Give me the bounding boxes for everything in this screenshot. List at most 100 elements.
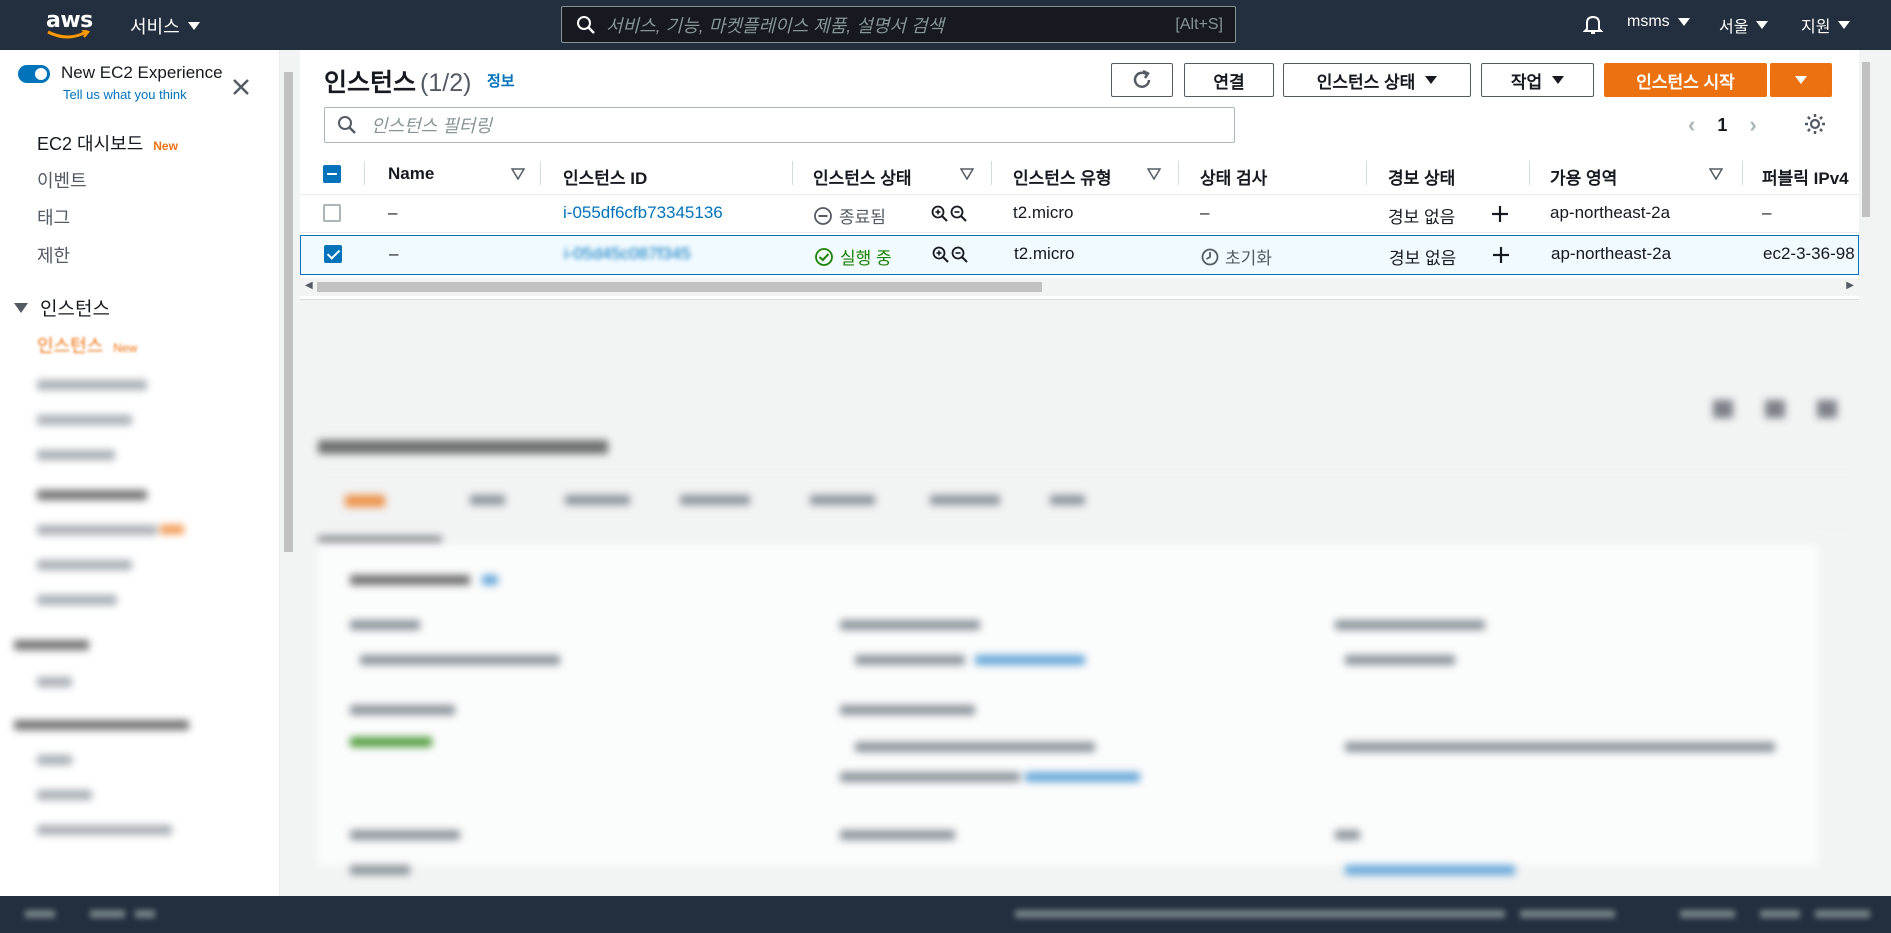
pagination: ‹ 1 ›	[1688, 112, 1757, 138]
cell-name: –	[389, 244, 399, 263]
cell-instance-id[interactable]: i-05d45c087f345	[564, 244, 691, 264]
services-label: 서비스	[130, 17, 180, 37]
search-icon	[577, 15, 595, 34]
gear-icon[interactable]	[1803, 112, 1827, 136]
region-menu[interactable]: 서울	[1719, 13, 1769, 37]
instance-state-text: 실행 중	[840, 249, 892, 268]
sidebar-scrollbar-thumb[interactable]	[284, 72, 293, 552]
status-check-text: 초기화	[1225, 249, 1272, 268]
support-label: 지원	[1801, 19, 1831, 36]
region-label: 서울	[1719, 19, 1749, 36]
sidebar-item-label: EC2 대시보드	[37, 134, 144, 154]
cell-public-ipv4: ec2-3-36-98	[1763, 244, 1855, 263]
sort-icon[interactable]	[1709, 168, 1723, 180]
sort-icon[interactable]	[1147, 168, 1161, 180]
column-header-alarm-status[interactable]: 경보 상태	[1388, 164, 1455, 189]
column-header-public-ipv4[interactable]: 퍼블릭 IPv4	[1762, 164, 1849, 189]
column-header-status-check[interactable]: 상태 검사	[1200, 164, 1267, 189]
cell-availability-zone: ap-northeast-2a	[1551, 244, 1672, 263]
sidebar-section-instances[interactable]: 인스턴스	[14, 294, 110, 321]
info-link[interactable]: 정보	[487, 70, 515, 91]
new-badge: New	[153, 139, 178, 153]
support-menu[interactable]: 지원	[1801, 13, 1851, 37]
notifications-button[interactable]	[1582, 13, 1604, 35]
table-scrollbar-thumb[interactable]	[317, 282, 1042, 292]
cell-status-check: 초기화	[1201, 244, 1272, 269]
stopped-icon	[814, 206, 832, 225]
scroll-left-icon[interactable]: ◀	[305, 280, 313, 291]
instance-state-dropdown[interactable]: 인스턴스 상태	[1283, 63, 1471, 97]
zoom-out-icon[interactable]	[950, 205, 968, 223]
search-placeholder: 서비스, 기능, 마켓플레이스 제품, 설명서 검색	[606, 15, 945, 36]
account-menu[interactable]: msms	[1627, 13, 1690, 31]
main-scrollbar-thumb[interactable]	[1862, 62, 1870, 217]
sidebar-scrollbar[interactable]	[280, 52, 297, 894]
new-experience-toggle[interactable]	[18, 65, 50, 83]
launch-instances-button[interactable]: 인스턴스 시작	[1604, 63, 1767, 97]
scroll-right-icon[interactable]: ▶	[1846, 280, 1854, 291]
close-icon[interactable]	[232, 78, 250, 96]
refresh-button[interactable]	[1111, 63, 1173, 97]
chevron-down-icon	[1425, 76, 1438, 84]
table-row[interactable]: – i-055df6cfb73345136 종료됨 t2.micro – 경보 …	[300, 195, 1859, 233]
row-checkbox[interactable]	[323, 204, 341, 222]
add-alarm-icon[interactable]	[1491, 205, 1509, 223]
global-search-input[interactable]: 서비스, 기능, 마켓플레이스 제품, 설명서 검색 [Alt+S]	[561, 6, 1236, 43]
account-label: msms	[1627, 13, 1670, 30]
cell-instance-id[interactable]: i-055df6cfb73345136	[563, 203, 723, 223]
chevron-left-icon[interactable]: ‹	[1688, 112, 1695, 138]
sidebar-item-ec2-dashboard[interactable]: EC2 대시보드 New	[37, 130, 178, 156]
sidebar-item-label: 태그	[37, 208, 71, 228]
connect-button-label: 연결	[1213, 72, 1245, 92]
actions-dropdown[interactable]: 작업	[1481, 63, 1594, 97]
table-header: Name 인스턴스 ID 인스턴스 상태 인스턴스 유형 상태 검사 경보 상태…	[300, 153, 1859, 195]
table-horizontal-scrollbar[interactable]: ◀ ▶	[300, 278, 1859, 296]
page-title-text: 인스턴스	[324, 69, 417, 97]
main-content: 인스턴스 (1/2) 정보 연결 인스턴스 상태 작업 인스턴스 시작 인스턴스 …	[300, 50, 1891, 896]
instance-filter-input[interactable]: 인스턴스 필터링	[324, 107, 1235, 143]
column-header-name[interactable]: Name	[388, 164, 434, 184]
chevron-down-icon	[1795, 76, 1807, 84]
page-title: 인스턴스 (1/2)	[324, 63, 471, 99]
check-circle-icon	[815, 247, 833, 266]
launch-options-dropdown[interactable]	[1770, 63, 1832, 97]
sidebar-item-limits[interactable]: 제한	[37, 242, 70, 268]
column-header-availability-zone[interactable]: 가용 영역	[1550, 164, 1617, 189]
sort-icon[interactable]	[511, 168, 525, 180]
sort-icon[interactable]	[960, 168, 974, 180]
launch-instances-label: 인스턴스 시작	[1636, 72, 1735, 92]
aws-logo[interactable]: aws	[46, 8, 93, 42]
cell-alarm-status: 경보 없음	[1388, 208, 1456, 227]
sidebar-item-tags[interactable]: 태그	[37, 204, 70, 230]
side-navigation: New EC2 Experience Tell us what you thin…	[0, 50, 280, 896]
zoom-out-icon[interactable]	[951, 246, 969, 264]
sidebar-section-label: 인스턴스	[40, 299, 110, 320]
add-alarm-icon[interactable]	[1492, 246, 1510, 264]
actions-label: 작업	[1510, 72, 1543, 92]
table-row[interactable]: – i-05d45c087f345 실행 중 t2.micro 초기화 경보 없…	[300, 235, 1859, 275]
zoom-in-icon[interactable]	[931, 205, 949, 223]
instance-state-text: 종료됨	[839, 208, 886, 227]
row-checkbox[interactable]	[324, 245, 342, 263]
column-header-instance-id[interactable]: 인스턴스 ID	[563, 164, 647, 189]
caret-down-icon	[14, 302, 28, 313]
services-menu[interactable]: 서비스	[130, 13, 200, 39]
column-header-instance-type[interactable]: 인스턴스 유형	[1013, 164, 1112, 189]
sidebar-item-events[interactable]: 이벤트	[37, 167, 87, 193]
page-number[interactable]: 1	[1717, 115, 1727, 136]
clock-icon	[1201, 248, 1219, 265]
zoom-in-icon[interactable]	[932, 246, 950, 264]
chevron-right-icon[interactable]: ›	[1749, 112, 1756, 138]
cell-instance-state: 실행 중	[814, 244, 892, 269]
search-shortcut-hint: [Alt+S]	[1175, 15, 1223, 33]
cell-name: –	[388, 203, 398, 222]
cell-instance-state: 종료됨	[813, 203, 886, 228]
feedback-link[interactable]: Tell us what you think	[63, 87, 187, 102]
column-header-instance-state[interactable]: 인스턴스 상태	[813, 164, 912, 189]
chevron-down-icon	[1756, 21, 1769, 29]
sidebar-item-instances[interactable]: 인스턴스 New	[37, 332, 137, 358]
select-all-checkbox[interactable]	[323, 165, 341, 183]
main-scrollbar[interactable]	[1859, 50, 1873, 335]
connect-button[interactable]: 연결	[1184, 63, 1274, 97]
cell-instance-type: t2.micro	[1013, 203, 1074, 222]
